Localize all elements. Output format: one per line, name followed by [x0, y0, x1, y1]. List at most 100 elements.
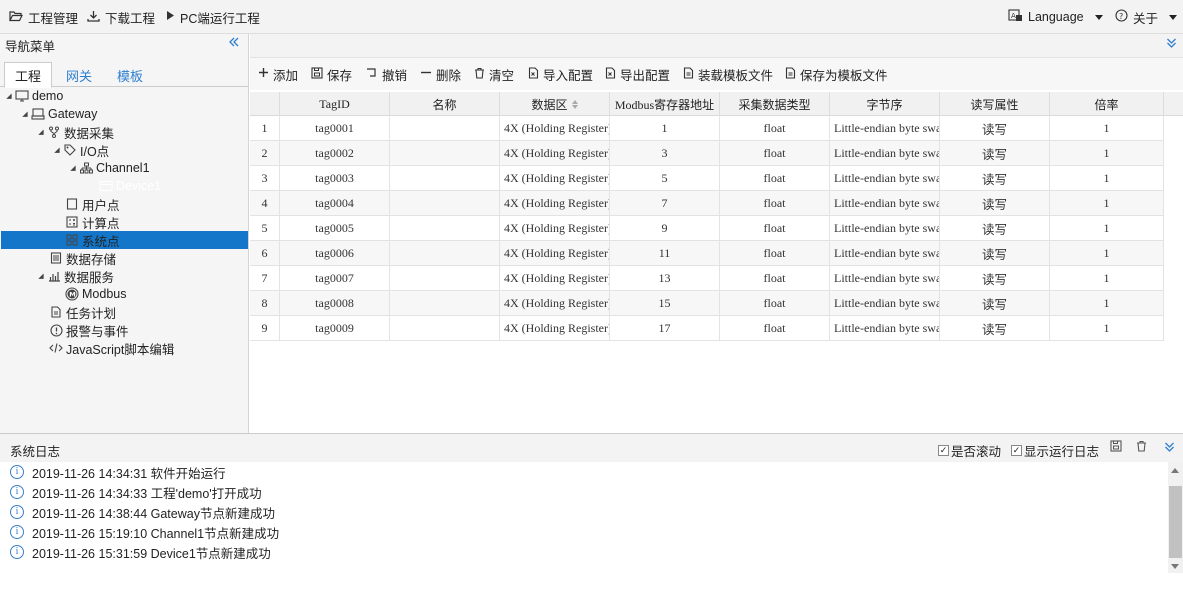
cell-order[interactable]: Little-endian byte swap: [830, 166, 940, 191]
tree-node-modbus[interactable]: M Modbus: [64, 285, 126, 303]
cell-rw[interactable]: 读写: [940, 291, 1050, 316]
header-byte-order[interactable]: 字节序: [830, 92, 940, 116]
collapse-triangle-icon[interactable]: ◢: [52, 146, 62, 154]
cell-ratio[interactable]: 1: [1050, 316, 1164, 341]
cell-rw[interactable]: 读写: [940, 216, 1050, 241]
collapse-triangle-icon[interactable]: ◢: [4, 92, 14, 100]
collapse-triangle-icon[interactable]: ◢: [36, 128, 46, 136]
table-row[interactable]: 4 tag0004 4X (Holding Register) 7 float Littl…: [250, 191, 1164, 216]
cell-addr[interactable]: 11: [610, 241, 720, 266]
save-log-icon[interactable]: [1110, 440, 1122, 455]
cell-area[interactable]: 4X (Holding Register): [500, 316, 610, 341]
cell-rw[interactable]: 读写: [940, 166, 1050, 191]
tree-node-task-plan[interactable]: 任务计划: [48, 303, 116, 321]
cell-ratio[interactable]: 1: [1050, 116, 1164, 141]
import-config-button[interactable]: 导入配置: [528, 58, 593, 90]
clear-button[interactable]: 清空: [474, 58, 514, 90]
cell-tagid[interactable]: tag0007: [280, 266, 390, 291]
cell-type[interactable]: float: [720, 191, 830, 216]
undo-button[interactable]: 撤销: [366, 58, 407, 90]
double-chevron-left-icon[interactable]: [228, 36, 240, 51]
table-row[interactable]: 3 tag0003 4X (Holding Register) 5 float Littl…: [250, 166, 1164, 191]
cell-order[interactable]: Little-endian byte swap: [830, 291, 940, 316]
collapse-triangle-icon[interactable]: ◢: [36, 272, 46, 280]
save-button[interactable]: 保存: [311, 58, 352, 90]
tree-node-data-collection[interactable]: ◢ 数据采集: [36, 123, 114, 141]
cell-addr[interactable]: 3: [610, 141, 720, 166]
cell-addr[interactable]: 5: [610, 166, 720, 191]
cell-type[interactable]: float: [720, 141, 830, 166]
cell-rw[interactable]: 读写: [940, 316, 1050, 341]
cell-rw[interactable]: 读写: [940, 241, 1050, 266]
cell-rw[interactable]: 读写: [940, 266, 1050, 291]
header-modbus-address[interactable]: Modbus寄存器地址: [610, 92, 720, 116]
cell-order[interactable]: Little-endian byte swap: [830, 266, 940, 291]
table-row[interactable]: 7 tag0007 4X (Holding Register) 13 float Litt…: [250, 266, 1164, 291]
double-chevron-down-icon[interactable]: [1166, 37, 1177, 52]
cell-area[interactable]: 4X (Holding Register): [500, 191, 610, 216]
trash-icon[interactable]: [1136, 440, 1147, 455]
load-template-button[interactable]: 装载模板文件: [683, 58, 773, 90]
tab-gateway[interactable]: 网关: [56, 62, 102, 88]
cell-type[interactable]: float: [720, 316, 830, 341]
cell-rw[interactable]: 读写: [940, 116, 1050, 141]
cell-area[interactable]: 4X (Holding Register): [500, 216, 610, 241]
cell-ratio[interactable]: 1: [1050, 166, 1164, 191]
tab-template[interactable]: 模板: [106, 62, 154, 88]
tree-node-calc-points[interactable]: 计算点: [64, 213, 120, 231]
tree-node-user-points[interactable]: 用户点: [64, 195, 120, 213]
cell-name[interactable]: [390, 241, 500, 266]
cell-name[interactable]: [390, 216, 500, 241]
cell-order[interactable]: Little-endian byte swap: [830, 316, 940, 341]
cell-name[interactable]: [390, 291, 500, 316]
cell-order[interactable]: Little-endian byte swap: [830, 241, 940, 266]
header-data-type[interactable]: 采集数据类型: [720, 92, 830, 116]
tab-project[interactable]: 工程: [4, 62, 52, 88]
cell-area[interactable]: 4X (Holding Register): [500, 166, 610, 191]
header-rw[interactable]: 读写属性: [940, 92, 1050, 116]
collapse-triangle-icon[interactable]: ◢: [68, 164, 78, 172]
tree-node-channel1[interactable]: ◢ Channel1: [68, 159, 149, 177]
cell-name[interactable]: [390, 116, 500, 141]
tree-node-gateway[interactable]: ◢ Gateway: [20, 105, 97, 123]
header-name[interactable]: 名称: [390, 92, 500, 116]
tree-node-data-service[interactable]: ◢ 数据服务: [36, 267, 114, 285]
cell-order[interactable]: Little-endian byte swap: [830, 141, 940, 166]
check-icon[interactable]: ✓: [938, 445, 949, 456]
table-row[interactable]: 6 tag0006 4X (Holding Register) 11 float Litt…: [250, 241, 1164, 266]
cell-order[interactable]: Little-endian byte swap: [830, 216, 940, 241]
cell-name[interactable]: [390, 316, 500, 341]
show-run-log-checkbox[interactable]: ✓ 显示运行日志: [1011, 441, 1099, 460]
header-tagid[interactable]: TagID: [280, 92, 390, 116]
cell-type[interactable]: float: [720, 216, 830, 241]
cell-tagid[interactable]: tag0009: [280, 316, 390, 341]
cell-type[interactable]: float: [720, 116, 830, 141]
download-menu[interactable]: 下载工程: [87, 0, 155, 34]
cell-name[interactable]: [390, 141, 500, 166]
tree-node-alarm-event[interactable]: 报警与事件: [48, 321, 129, 339]
cell-addr[interactable]: 15: [610, 291, 720, 316]
tree-node-io-points[interactable]: ◢ I/O点: [52, 141, 109, 159]
tree-node-device1[interactable]: Device1: [98, 177, 161, 195]
cell-addr[interactable]: 7: [610, 191, 720, 216]
scroll-up-icon[interactable]: [1171, 468, 1179, 473]
scroll-thumb[interactable]: [1169, 486, 1182, 558]
cell-ratio[interactable]: 1: [1050, 241, 1164, 266]
cell-name[interactable]: [390, 266, 500, 291]
scroll-down-icon[interactable]: [1171, 564, 1179, 569]
tree-node-data-storage[interactable]: 数据存储: [48, 249, 116, 267]
about-menu[interactable]: ? 关于: [1115, 0, 1178, 34]
cell-type[interactable]: float: [720, 166, 830, 191]
sort-icon[interactable]: [571, 99, 578, 109]
cell-ratio[interactable]: 1: [1050, 216, 1164, 241]
cell-tagid[interactable]: tag0001: [280, 116, 390, 141]
tree-node-js-editor[interactable]: JavaScript脚本编辑: [48, 339, 174, 357]
cell-area[interactable]: 4X (Holding Register): [500, 241, 610, 266]
cell-addr[interactable]: 13: [610, 266, 720, 291]
tree-node-demo[interactable]: ◢ demo: [4, 87, 63, 105]
delete-button[interactable]: 删除: [420, 58, 461, 90]
auto-scroll-checkbox[interactable]: ✓ 是否滚动: [938, 441, 1001, 460]
run-pc-menu[interactable]: PC端运行工程: [165, 0, 260, 34]
cell-tagid[interactable]: tag0005: [280, 216, 390, 241]
cell-name[interactable]: [390, 191, 500, 216]
